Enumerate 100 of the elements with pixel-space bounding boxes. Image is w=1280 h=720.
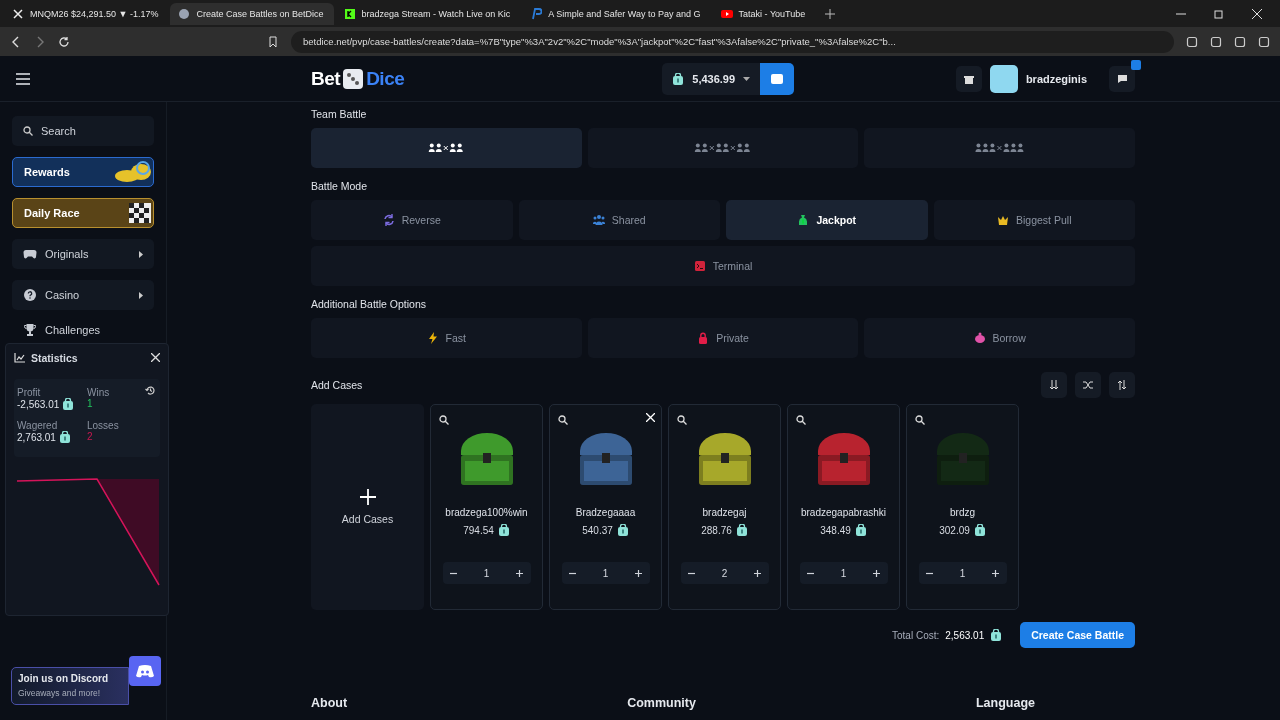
new-tab-icon[interactable] [825,8,836,19]
coin-icon [973,524,986,536]
coin-icon [990,629,1003,641]
site-logo[interactable]: Bet Dice [311,65,405,92]
shuffle-button[interactable] [1075,372,1101,398]
minus-icon [569,570,576,577]
reload-icon[interactable] [58,35,70,48]
avatar[interactable] [989,64,1018,93]
money-bag-icon [797,214,810,226]
trophy-icon [23,323,37,337]
browser-tab[interactable]: A Simple and Safer Way to Pay and G [522,2,711,25]
sort-descending-button[interactable] [1041,372,1067,398]
nav-item[interactable]: Casino [12,280,154,310]
section-title: Add Cases [311,379,363,391]
minus-icon [450,570,457,577]
stat-label: Wins [87,387,110,398]
coin-pile-icon [113,160,153,184]
section-title: Battle Mode [311,180,369,192]
plus-icon [359,489,376,505]
lock-icon [697,332,710,344]
search-field[interactable]: Search [12,116,154,146]
caret-right-icon [139,291,143,299]
bookmark-icon[interactable] [267,35,279,48]
sort-ascending-button[interactable] [1109,372,1135,398]
history-icon[interactable] [145,385,156,396]
chat-bubble-icon [1116,73,1128,84]
plus-icon [754,570,761,577]
address-bar[interactable]: betdice.net/pvp/case-battles/create?data=%7B"type"%3A"2v2"%2C"mode"%3A"jackpot"%2C"fast"%3Afalse%2C"private_"%3Afalse%2C"b... [291,30,1174,53]
daily-race-banner[interactable]: Daily Race [12,198,154,228]
sort-down-icon [1049,380,1059,390]
browser-tab[interactable]: Create Case Battles on BetDice [170,2,334,25]
quantity-stepper[interactable]: 1 [918,562,1007,584]
lightning-icon [426,332,439,344]
total-cost-value: 2,563.01 [945,629,985,641]
nav-item[interactable]: Challenges [12,321,154,339]
menu-icon[interactable] [16,72,30,85]
quantity-value: 2 [721,567,728,579]
stat-label: Profit [17,387,41,398]
battle-mode-option[interactable]: Biggest Pull [933,200,1135,240]
case-name: Bradzegaaaa [575,507,636,518]
quantity-stepper[interactable]: 1 [561,562,650,584]
quantity-value: 1 [959,567,966,579]
play-logo-icon [720,7,733,20]
battle-mode-option[interactable]: Reverse [311,200,513,240]
coin-icon [497,524,510,536]
add-cases-button[interactable]: Add Cases [311,404,424,610]
minus-icon [807,570,814,577]
search-icon [23,126,33,136]
coin-icon [735,524,748,536]
team-size-icon [427,143,466,153]
browser-tab[interactable]: Tataki - YouTube [712,2,816,25]
quantity-value: 1 [840,567,847,579]
browser-tab[interactable]: MNQM26 $24,291.50 ▼ -1.17% [4,2,169,25]
battle-option-toggle[interactable]: Private [587,318,859,358]
footer-heading: About [311,696,348,710]
caret-right-icon [139,250,143,258]
total-cost-label: Total Cost: [892,629,940,641]
quantity-value: 1 [602,567,609,579]
people-icon [592,214,605,226]
discord-banner[interactable]: Join us on Discord Giveaways and more! [11,667,129,705]
battle-mode-option[interactable]: Terminal [311,246,1135,286]
quantity-stepper[interactable]: 2 [680,562,769,584]
rewards-banner[interactable]: Rewards [12,157,154,187]
create-case-battle-button[interactable]: Create Case Battle [1020,622,1135,648]
battle-mode-option[interactable]: Jackpot [726,200,928,240]
stat-value: -2,563.01 [17,398,60,410]
case-name: bradzega100%win [445,507,528,518]
case-name: brdzg [950,507,975,518]
case-name: bradzegaj [702,507,747,518]
crown-icon [997,214,1009,226]
browser-tab[interactable]: bradzega Stream - Watch Live on Kic [335,2,521,25]
battle-mode-option[interactable]: Shared [518,200,720,240]
arrows-cycle-icon [382,214,395,226]
quantity-stepper[interactable]: 1 [442,562,531,584]
k-logo-icon [343,7,356,20]
chart-icon [14,352,25,363]
panel-title: Statistics [31,351,78,364]
gift-button[interactable] [955,65,982,92]
terminal-icon [693,260,706,272]
section-title: Team Battle [311,108,368,120]
balance-display[interactable]: 5,436.99 [662,62,761,95]
plus-icon [873,570,880,577]
wallet-button[interactable] [760,62,795,95]
quantity-value: 1 [483,567,490,579]
battle-option-toggle[interactable]: Fast [311,318,582,358]
notification-badge [1131,59,1141,70]
battle-option-toggle[interactable]: Borrow [864,318,1135,358]
checkered-flag-icon [127,201,153,225]
coin-icon [616,524,629,536]
nav-item[interactable]: Originals [12,239,154,269]
chat-button[interactable] [1109,65,1135,92]
sort-up-icon [1117,380,1127,390]
quantity-stepper[interactable]: 1 [799,562,888,584]
case-price: 348.49 [820,524,851,536]
username[interactable]: bradzeginis [1025,72,1087,85]
close-button[interactable] [151,350,160,365]
close-icon[interactable] [1252,8,1262,19]
minus-icon [926,570,933,577]
restore-icon[interactable] [1214,8,1224,19]
coin-icon [672,72,685,85]
